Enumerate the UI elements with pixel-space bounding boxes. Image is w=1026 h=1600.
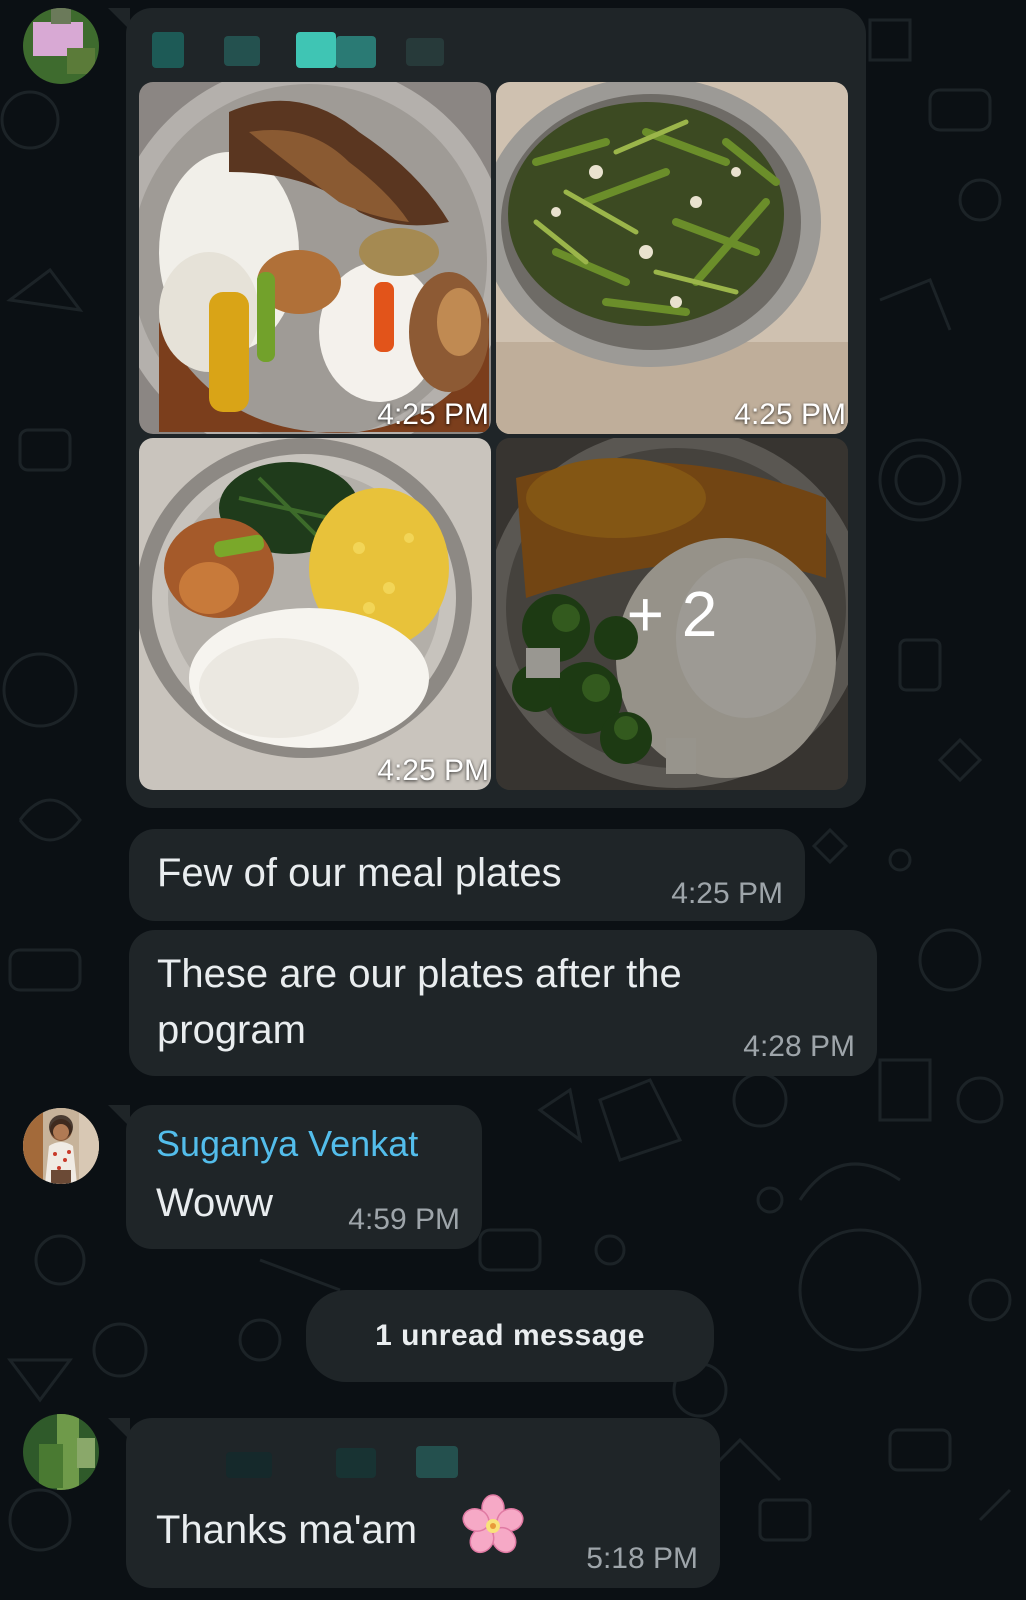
message-bubble-incoming[interactable]: Suganya Venkat Woww 4:59 PM	[126, 1105, 482, 1249]
contact-avatar[interactable]	[23, 1108, 99, 1184]
message-text: Thanks ma'am	[156, 1508, 418, 1552]
message-text: Few of our meal plates	[157, 851, 562, 895]
photo-timestamp: 4:25 PM	[377, 754, 489, 787]
album-photo[interactable]: 4:25 PM	[496, 82, 848, 434]
sender-avatar[interactable]	[23, 8, 99, 84]
message-text-line-2: program	[157, 1008, 306, 1052]
more-photos-count: + 2	[626, 578, 718, 650]
cherry-blossom-emoji	[462, 1494, 524, 1556]
message-text-line-1: These are our plates after the	[157, 952, 682, 996]
message-text: Woww	[156, 1181, 274, 1225]
meal-photo-image	[496, 82, 848, 434]
more-photos-overlay[interactable]: + 2	[496, 438, 848, 790]
message-timestamp: 4:28 PM	[743, 1030, 855, 1063]
album-bubble[interactable]: 4:25 PM 4:25 PM 4:25 PM + 2	[126, 8, 866, 808]
album-photo[interactable]: 4:25 PM	[139, 82, 491, 434]
message-bubble-incoming[interactable]: Thanks ma'am 5:18 PM	[126, 1418, 720, 1588]
photo-timestamp: 4:25 PM	[734, 398, 846, 431]
message-timestamp: 5:18 PM	[586, 1542, 698, 1575]
sender-avatar[interactable]	[23, 1414, 99, 1490]
chat-panel: 4:25 PM 4:25 PM 4:25 PM + 2 Few of our m…	[0, 0, 1026, 1600]
avatar-photo	[23, 1108, 99, 1184]
meal-photo-image	[139, 438, 491, 790]
unread-messages-banner: 1 unread message	[306, 1290, 714, 1382]
album-photo[interactable]: 4:25 PM	[139, 438, 491, 790]
album-photo-more[interactable]: + 2	[496, 438, 848, 790]
message-timestamp: 4:25 PM	[671, 877, 783, 910]
sender-name[interactable]: Suganya Venkat	[156, 1123, 418, 1165]
unread-messages-label: 1 unread message	[375, 1319, 645, 1352]
photo-timestamp: 4:25 PM	[377, 398, 489, 431]
meal-photo-image	[139, 82, 491, 434]
message-bubble[interactable]: Few of our meal plates 4:25 PM	[129, 829, 805, 921]
message-timestamp: 4:59 PM	[348, 1203, 460, 1236]
message-bubble[interactable]: These are our plates after the program 4…	[129, 930, 877, 1076]
